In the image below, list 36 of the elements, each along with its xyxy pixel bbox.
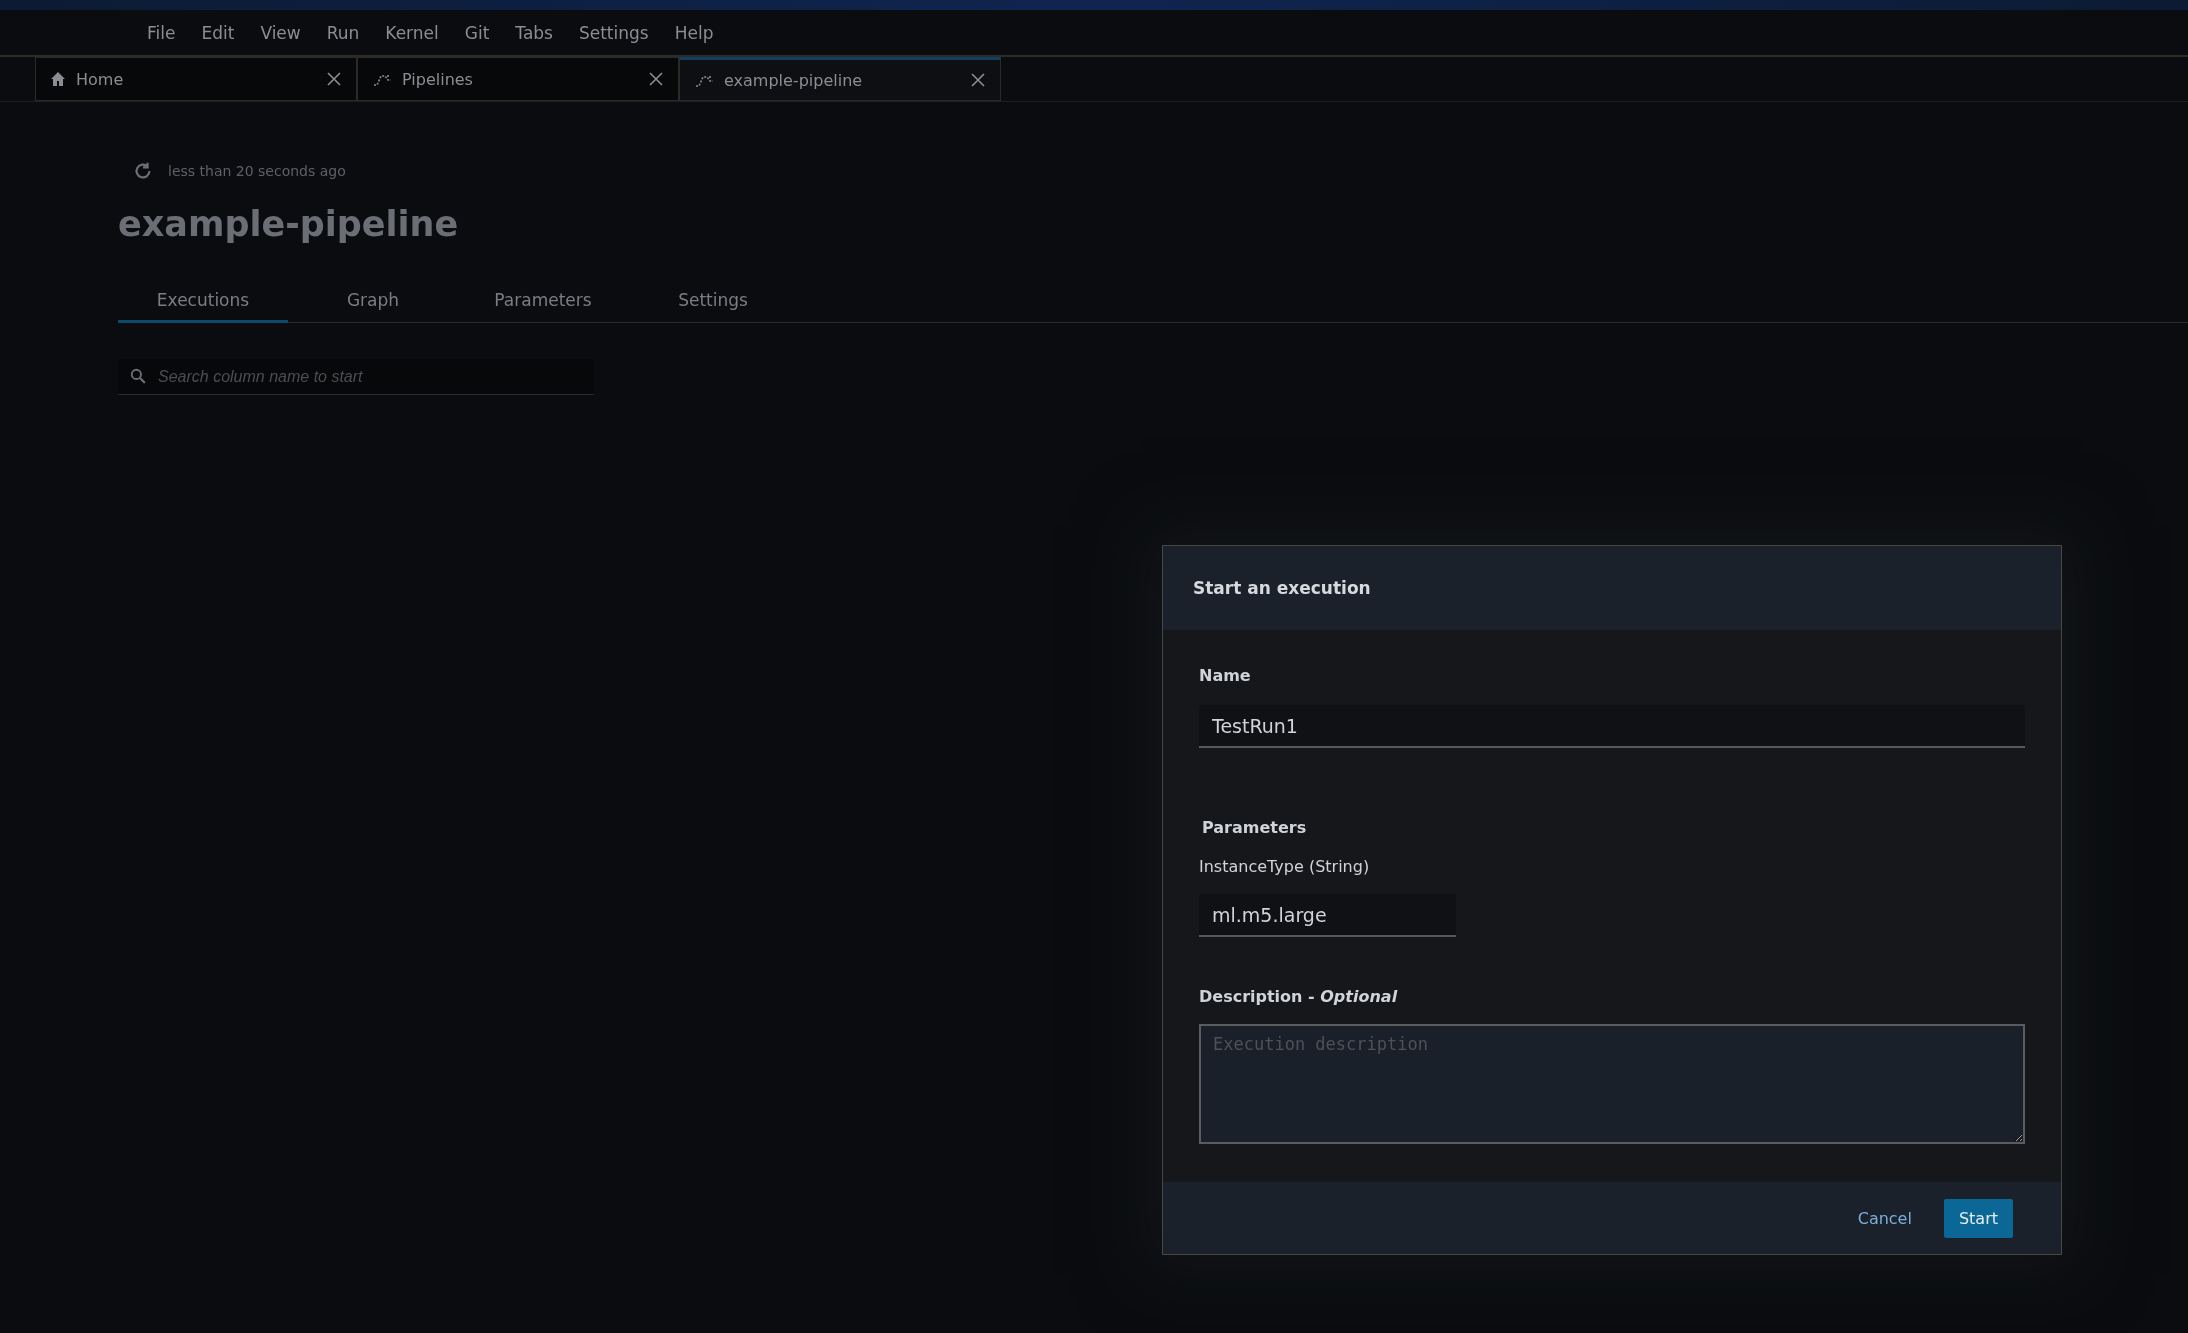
parameter-field[interactable]: ml.m5.large bbox=[1199, 894, 1456, 937]
page-tab[interactable]: Parameters bbox=[458, 280, 628, 323]
menu-item[interactable]: View bbox=[250, 22, 311, 43]
dialog-title: Start an execution bbox=[1193, 578, 1371, 598]
menu-item[interactable]: Help bbox=[664, 22, 724, 43]
parameters-heading: Parameters bbox=[1201, 818, 1308, 837]
close-icon[interactable] bbox=[648, 71, 664, 87]
name-field[interactable]: TestRun1 bbox=[1199, 705, 2025, 748]
menu-item[interactable]: Git bbox=[454, 22, 500, 43]
last-refreshed-text: less than 20 seconds ago bbox=[168, 163, 346, 179]
parameter-label: InstanceType (String) bbox=[1199, 857, 1371, 876]
close-icon[interactable] bbox=[970, 72, 986, 88]
page-tab[interactable]: Executions bbox=[118, 280, 288, 323]
tab-label: example-pipeline bbox=[724, 70, 864, 90]
tab[interactable]: Pipelines bbox=[357, 57, 679, 101]
search-icon bbox=[130, 368, 147, 385]
menu-item[interactable]: Kernel bbox=[375, 22, 449, 43]
menu-item[interactable]: Tabs bbox=[505, 22, 563, 43]
close-icon[interactable] bbox=[326, 71, 342, 87]
start-button[interactable]: Start bbox=[1943, 1198, 2013, 1238]
cancel-button[interactable]: Cancel bbox=[1855, 1200, 1914, 1236]
menu-item[interactable]: Run bbox=[316, 22, 370, 43]
menu-item[interactable]: Edit bbox=[191, 22, 245, 43]
search-field[interactable]: Search column name to start bbox=[118, 359, 594, 395]
page-tab[interactable]: Settings bbox=[628, 280, 798, 323]
description-label: Description - Optional bbox=[1199, 987, 1399, 1006]
tab[interactable]: Home bbox=[35, 57, 357, 101]
tab[interactable]: example-pipeline bbox=[679, 57, 1001, 101]
tab-label: Home bbox=[76, 69, 125, 89]
menu-item[interactable]: Settings bbox=[568, 22, 659, 43]
tab-label: Pipelines bbox=[402, 69, 474, 89]
name-label: Name bbox=[1199, 666, 1252, 685]
page-tab[interactable]: Graph bbox=[288, 280, 458, 323]
home-icon bbox=[50, 71, 66, 87]
page-title: example-pipeline bbox=[118, 204, 460, 244]
menu-item[interactable]: File bbox=[137, 22, 186, 43]
